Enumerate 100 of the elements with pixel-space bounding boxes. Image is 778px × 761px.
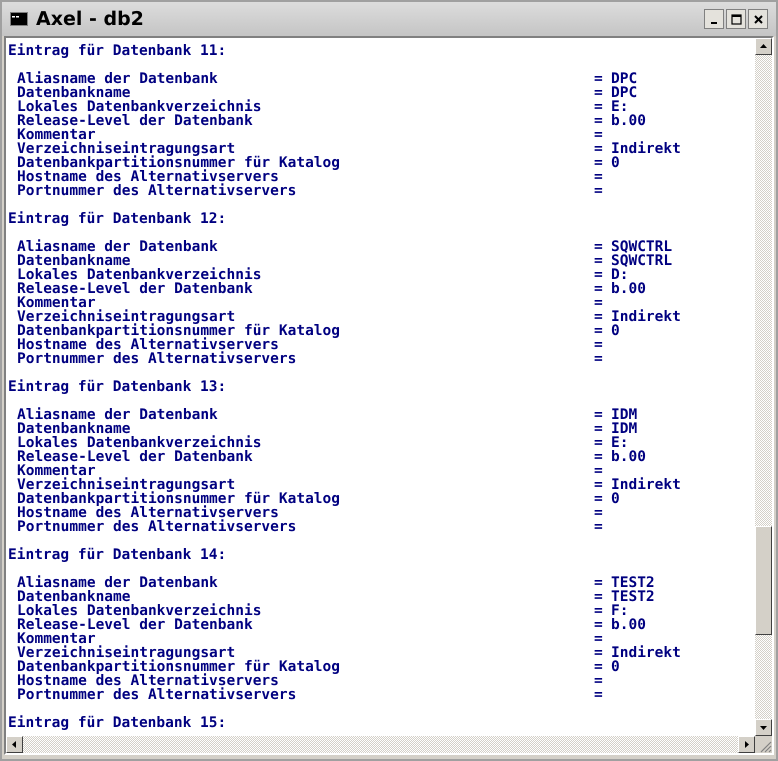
scroll-down-button[interactable] xyxy=(755,719,772,736)
equals-sign: = xyxy=(594,688,604,702)
field-label: Portnummer des Alternativservers xyxy=(16,520,298,534)
field-label: Datenbankname xyxy=(16,422,130,436)
equals-sign: = xyxy=(594,240,604,254)
equals-sign: = xyxy=(594,604,604,618)
entry-heading: Eintrag für Datenbank 11: xyxy=(8,43,226,59)
equals-sign: = xyxy=(594,268,604,282)
field-label: Aliasname der Datenbank xyxy=(16,408,219,422)
minimize-button[interactable] xyxy=(704,9,724,29)
equals-sign: = xyxy=(594,338,604,352)
field-value: Indirekt xyxy=(611,142,681,156)
field-label: Lokales Datenbankverzeichnis xyxy=(16,268,262,282)
equals-sign: = xyxy=(594,590,604,604)
field-label: Datenbankpartitionsnummer für Katalog xyxy=(16,156,342,170)
field-value: E: xyxy=(611,100,628,114)
field-label: Hostname des Alternativservers xyxy=(16,506,279,520)
equals-sign: = xyxy=(594,114,604,128)
scroll-up-button[interactable] xyxy=(755,38,772,55)
equals-sign: = xyxy=(594,436,604,450)
field-label: Kommentar xyxy=(16,128,96,142)
field-label: Portnummer des Alternativservers xyxy=(16,352,298,366)
field-label: Lokales Datenbankverzeichnis xyxy=(16,604,262,618)
field-label: Kommentar xyxy=(16,464,96,478)
field-label: Portnummer des Alternativservers xyxy=(16,688,298,702)
equals-sign: = xyxy=(594,142,604,156)
equals-sign: = xyxy=(594,478,604,492)
entry-heading: Eintrag für Datenbank 13: xyxy=(8,379,226,395)
field-label: Datenbankpartitionsnummer für Katalog xyxy=(16,660,342,674)
scroll-left-button[interactable] xyxy=(6,736,23,753)
field-value: E: xyxy=(611,436,628,450)
equals-sign: = xyxy=(594,254,604,268)
equals-sign: = xyxy=(594,464,604,478)
equals-sign: = xyxy=(594,156,604,170)
field-label: Lokales Datenbankverzeichnis xyxy=(16,436,262,450)
equals-sign: = xyxy=(594,450,604,464)
close-icon xyxy=(752,14,764,24)
field-value: Indirekt xyxy=(611,310,681,324)
equals-sign: = xyxy=(594,506,604,520)
field-label: Release-Level der Datenbank xyxy=(16,282,254,296)
field-value: b.00 xyxy=(611,450,646,464)
field-label: Datenbankname xyxy=(16,590,130,604)
field-label: Verzeichniseintragungsart xyxy=(16,646,236,660)
equals-sign: = xyxy=(594,72,604,86)
field-label: Hostname des Alternativservers xyxy=(16,674,279,688)
equals-sign: = xyxy=(594,520,604,534)
field-label: Release-Level der Datenbank xyxy=(16,114,254,128)
field-value: b.00 xyxy=(611,282,646,296)
maximize-button[interactable] xyxy=(726,9,746,29)
field-value: Indirekt xyxy=(611,646,681,660)
field-value: DPC xyxy=(611,72,638,86)
scroll-thumb[interactable] xyxy=(755,526,772,635)
equals-sign: = xyxy=(594,86,604,100)
equals-sign: = xyxy=(594,408,604,422)
field-label: Verzeichniseintragungsart xyxy=(16,478,236,492)
field-label: Release-Level der Datenbank xyxy=(16,618,254,632)
field-value: 0 xyxy=(611,492,620,506)
equals-sign: = xyxy=(594,296,604,310)
maximize-icon xyxy=(730,14,742,24)
equals-sign: = xyxy=(594,184,604,198)
field-label: Portnummer des Alternativservers xyxy=(16,184,298,198)
equals-sign: = xyxy=(594,422,604,436)
field-value: SQWCTRL xyxy=(611,254,672,268)
field-value: DPC xyxy=(611,86,638,100)
field-value: b.00 xyxy=(611,114,646,128)
field-label: Datenbankname xyxy=(16,86,130,100)
equals-sign: = xyxy=(594,352,604,366)
field-label: Datenbankpartitionsnummer für Katalog xyxy=(16,324,342,338)
field-label: Aliasname der Datenbank xyxy=(16,576,219,590)
field-value: TEST2 xyxy=(611,590,655,604)
field-value: TEST2 xyxy=(611,576,655,590)
field-value: F: xyxy=(611,604,628,618)
field-label: Verzeichniseintragungsart xyxy=(16,142,236,156)
field-label: Hostname des Alternativservers xyxy=(16,338,279,352)
scroll-right-button[interactable] xyxy=(738,736,755,753)
field-label: Aliasname der Datenbank xyxy=(16,240,219,254)
equals-sign: = xyxy=(594,282,604,296)
field-label: Hostname des Alternativservers xyxy=(16,170,279,184)
field-value: IDM xyxy=(611,408,638,422)
equals-sign: = xyxy=(594,618,604,632)
field-value: 0 xyxy=(611,660,620,674)
close-button[interactable] xyxy=(748,9,768,29)
field-value: SQWCTRL xyxy=(611,240,672,254)
equals-sign: = xyxy=(594,576,604,590)
entry-heading: Eintrag für Datenbank 14: xyxy=(8,547,226,563)
field-label: Kommentar xyxy=(16,296,96,310)
console-icon xyxy=(10,12,28,26)
equals-sign: = xyxy=(594,128,604,142)
field-value: Indirekt xyxy=(611,478,681,492)
window-title: Axel - db2 xyxy=(36,6,144,32)
field-label: Verzeichniseintragungsart xyxy=(16,310,236,324)
field-label: Kommentar xyxy=(16,632,96,646)
equals-sign: = xyxy=(594,632,604,646)
field-value: 0 xyxy=(611,324,620,338)
equals-sign: = xyxy=(594,170,604,184)
field-value: IDM xyxy=(611,422,638,436)
field-label: Aliasname der Datenbank xyxy=(16,72,219,86)
field-label: Datenbankname xyxy=(16,254,130,268)
equals-sign: = xyxy=(594,324,604,338)
entry-heading: Eintrag für Datenbank 12: xyxy=(8,211,226,227)
